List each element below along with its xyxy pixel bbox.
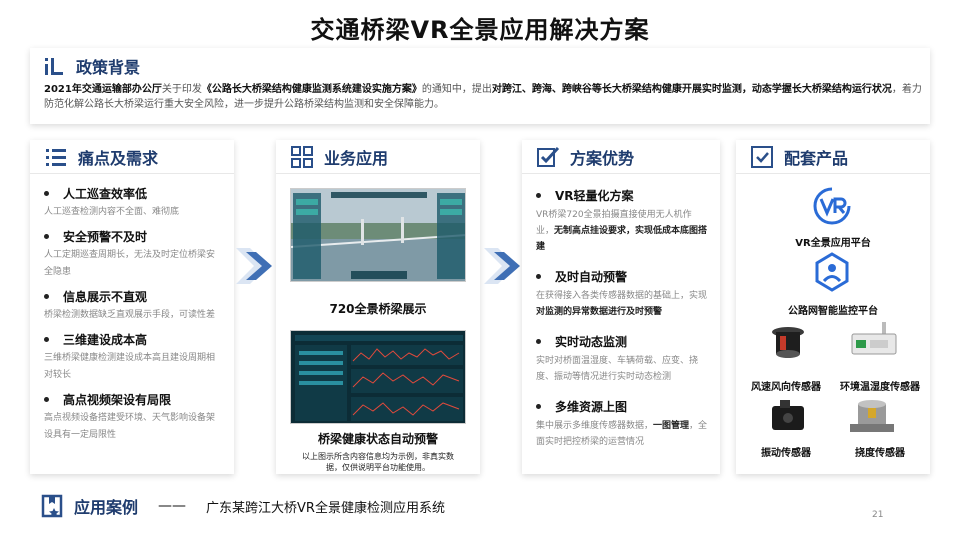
policy-card: 政策背景 2021年交通运输部办公厅关于印发《公路长大桥梁结构健康监测系统建设实… — [30, 48, 930, 124]
advantage-item: 实时动态监测 实时对桥面温湿度、车辆荷载、应变、挠度、振动等情况进行实时动态检测 — [536, 334, 699, 382]
product-monitor-platform: 公路网智能监控平台 — [788, 306, 878, 317]
wind-sensor-icon — [772, 327, 804, 358]
list-icon — [46, 148, 66, 166]
pain-item: 信息展示不直观 桥梁检测数据缺乏直观展示手段，可读性差 — [44, 289, 216, 320]
health-warning-image — [290, 330, 466, 424]
products-card: 配套产品 VR全景应用平台 公路网智能监控平台 风速风向传感器 环境温湿度传感器… — [736, 140, 930, 474]
app-caption-warning: 桥梁健康状态自动预警 — [317, 432, 438, 446]
advantages-card: 方案优势 VR轻量化方案 VR桥梁720全景拍摄直接使用无人机作业，无制高点挂设… — [522, 140, 720, 474]
flow-arrow-icon — [236, 248, 272, 284]
monitor-platform-logo-icon — [815, 252, 849, 292]
bridge-panorama-image — [290, 188, 466, 282]
case-icon — [41, 494, 63, 518]
case-dash: —— — [158, 498, 187, 514]
case-section: 应用案例 —— 广东某跨江大桥VR全景健康检测应用系统 — [40, 494, 445, 518]
checklist-icon — [537, 146, 560, 167]
pain-card: 痛点及需求 人工巡查效率低 人工巡查检测内容不全面、难彻底 安全预警不及时 人工… — [30, 140, 234, 474]
app-disclaimer: 以上图示所含内容信息均为示例，非真实数据，仅供说明平台功能使用。 — [302, 452, 454, 472]
vibration-sensor-icon — [772, 400, 804, 430]
app-caption-panorama: 720全景桥梁展示 — [329, 302, 427, 316]
document-icon — [45, 58, 63, 75]
flow-arrow-icon — [484, 248, 520, 284]
grid-icon — [291, 145, 313, 168]
pain-title: 痛点及需求 — [78, 148, 159, 168]
apps-title: 业务应用 — [324, 148, 389, 168]
case-text: 广东某跨江大桥VR全景健康检测应用系统 — [206, 500, 445, 516]
pain-item: 高点视频架设有局限 高点视频设备搭建受环境、天气影响设备架设具有一定局限性 — [44, 392, 216, 440]
policy-text: 2021年交通运输部办公厅关于印发《公路长大桥梁结构健康监测系统建设实施方案》的… — [44, 84, 922, 110]
advantage-item: 及时自动预警 在获得接入各类传感器数据的基础上，实现对监测的异常数据进行及时预警 — [536, 269, 708, 317]
page-title: 交通桥梁VR全景应用解决方案 — [310, 16, 650, 44]
pain-item: 三维建设成本高 三维桥梁健康检测建设成本高且建设周期相对较长 — [44, 332, 216, 380]
product-temp-humidity-sensor: 环境温湿度传感器 — [840, 382, 920, 393]
pain-item: 安全预警不及时 人工定期巡查周期长，无法及时定位桥梁安全隐患 — [44, 229, 216, 277]
policy-title: 政策背景 — [76, 58, 141, 77]
vr-platform-logo-icon — [813, 187, 851, 225]
apps-card: 业务应用 720全景桥梁展示 桥梁健康状态自动预警 以上图示所含内容信息均为示例… — [276, 140, 480, 474]
advantage-item: 多维资源上图 集中展示多维度传感器数据，一图管理，全面实时把控桥梁的运营情况 — [536, 399, 708, 447]
product-vibration-sensor: 振动传感器 — [761, 448, 811, 459]
advantage-item: VR轻量化方案 VR桥梁720全景拍摄直接使用无人机作业，无制高点挂设要求，实现… — [536, 188, 708, 252]
product-deflection-sensor: 挠度传感器 — [855, 448, 905, 459]
products-title: 配套产品 — [784, 148, 849, 168]
page-number: 21 — [872, 510, 884, 520]
deflection-sensor-icon — [850, 400, 894, 432]
case-title: 应用案例 — [74, 498, 139, 517]
temp-humidity-sensor-icon — [851, 322, 897, 355]
advantages-title: 方案优势 — [570, 148, 635, 168]
checkbox-icon — [751, 145, 773, 168]
product-vr-platform: VR全景应用平台 — [795, 238, 871, 249]
product-wind-sensor: 风速风向传感器 — [751, 382, 821, 393]
pain-item: 人工巡查效率低 人工巡查检测内容不全面、难彻底 — [44, 186, 180, 217]
